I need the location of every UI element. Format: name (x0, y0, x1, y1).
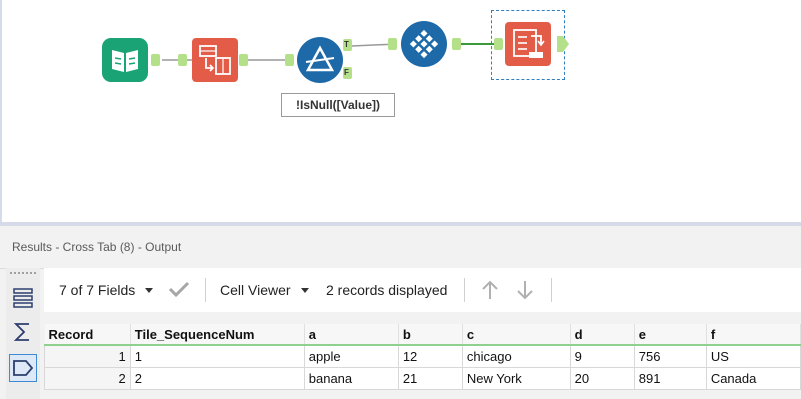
table-row: 2 2 banana 21 New York 20 891 Canada (44, 367, 801, 390)
output-anchor[interactable] (452, 38, 461, 50)
tag-view-button[interactable] (9, 354, 37, 382)
table-cell[interactable]: 12 (397, 344, 463, 368)
list-icon (13, 288, 33, 308)
table-cell[interactable]: banana (303, 367, 399, 390)
table-cell[interactable]: chicago (461, 344, 571, 368)
chevron-down-icon (300, 287, 309, 293)
table-cell[interactable]: 21 (397, 367, 463, 390)
records-label: 2 records displayed (326, 282, 448, 298)
checkmark-icon (168, 281, 190, 298)
results-title: Results - Cross Tab (8) - Output (12, 240, 182, 254)
input-data-tool[interactable] (102, 38, 148, 82)
transpose-icon (192, 38, 238, 82)
results-table: Record Tile_SequenceNum a b c d e f 1 1 … (44, 324, 801, 390)
table-cell[interactable]: 2 (129, 367, 305, 390)
output-anchor-shape (557, 36, 569, 52)
table-cell[interactable]: US (705, 344, 801, 368)
filter-tool[interactable] (296, 36, 344, 84)
input-anchor[interactable] (388, 38, 397, 50)
table-cell[interactable]: 20 (569, 367, 635, 390)
false-anchor-label: F (344, 68, 349, 77)
table-cell[interactable]: 891 (633, 367, 707, 390)
table-cell[interactable]: 9 (569, 344, 635, 368)
cross-tab-icon-box[interactable] (505, 22, 551, 66)
results-sidebar (6, 268, 40, 399)
scroll-up-button[interactable] (480, 279, 500, 301)
table-cell[interactable]: 756 (633, 344, 707, 368)
column-header[interactable]: e (634, 324, 707, 346)
workflow-canvas[interactable]: T F !IsNull([Value]) (0, 0, 801, 222)
grip-handle[interactable] (10, 272, 36, 278)
table-header-row: Record Tile_SequenceNum a b c d e f (44, 324, 801, 346)
output-anchor[interactable] (239, 54, 248, 66)
arrow-down-icon (517, 281, 533, 300)
table-cell[interactable]: Canada (705, 367, 801, 390)
filter-annotation[interactable]: !IsNull([Value]) (281, 93, 395, 117)
table-row: 1 1 apple 12 chicago 9 756 US (44, 344, 801, 368)
results-toolbar: 7 of 7 Fields Cell Viewer 2 records disp… (44, 268, 801, 312)
table-view-button[interactable] (9, 284, 37, 312)
record-number-cell[interactable]: 1 (44, 344, 131, 368)
toolbar-separator (205, 278, 206, 302)
toolbar-separator (464, 278, 465, 302)
book-icon (102, 38, 148, 82)
toolbar-separator (551, 278, 552, 302)
fields-dropdown[interactable]: 7 of 7 Fields (59, 282, 154, 298)
column-header[interactable]: b (398, 324, 463, 346)
tile-tool[interactable] (400, 20, 448, 68)
scroll-down-button[interactable] (515, 279, 535, 301)
column-header[interactable]: f (706, 324, 801, 346)
cell-viewer-label: Cell Viewer (220, 282, 291, 298)
input-anchor[interactable] (494, 38, 503, 50)
cell-viewer-dropdown[interactable]: Cell Viewer (220, 282, 309, 298)
input-anchor[interactable] (178, 54, 187, 66)
input-anchor[interactable] (285, 54, 294, 66)
column-header[interactable]: a (304, 324, 399, 346)
results-title-bar: Results - Cross Tab (8) - Output (0, 226, 801, 269)
record-number-cell[interactable]: 2 (44, 367, 131, 390)
transpose-tool[interactable] (192, 38, 238, 82)
records-count: 2 records displayed (326, 282, 447, 298)
tile-icon (401, 21, 447, 67)
results-panel: Results - Cross Tab (8) - Output 7 of 7 … (0, 226, 801, 399)
column-header[interactable]: Tile_SequenceNum (130, 324, 305, 346)
tag-icon (13, 360, 34, 376)
output-anchor[interactable] (151, 54, 160, 66)
filter-icon (297, 37, 343, 83)
fields-label: 7 of 7 Fields (59, 282, 136, 298)
arrow-up-icon (482, 280, 498, 299)
sigma-icon (13, 323, 29, 341)
true-anchor-label: T (344, 40, 349, 49)
chevron-down-icon (145, 287, 154, 293)
table-cell[interactable]: New York (461, 367, 571, 390)
table-cell[interactable]: apple (303, 344, 399, 368)
column-header[interactable]: c (462, 324, 571, 346)
apply-checkmark-button[interactable] (168, 280, 190, 298)
cross-tab-icon (505, 22, 551, 66)
output-anchor[interactable] (557, 36, 569, 52)
column-header[interactable]: d (570, 324, 635, 346)
column-header[interactable]: Record (44, 324, 131, 346)
table-cell[interactable]: 1 (129, 344, 305, 368)
metadata-view-button[interactable] (9, 318, 37, 346)
